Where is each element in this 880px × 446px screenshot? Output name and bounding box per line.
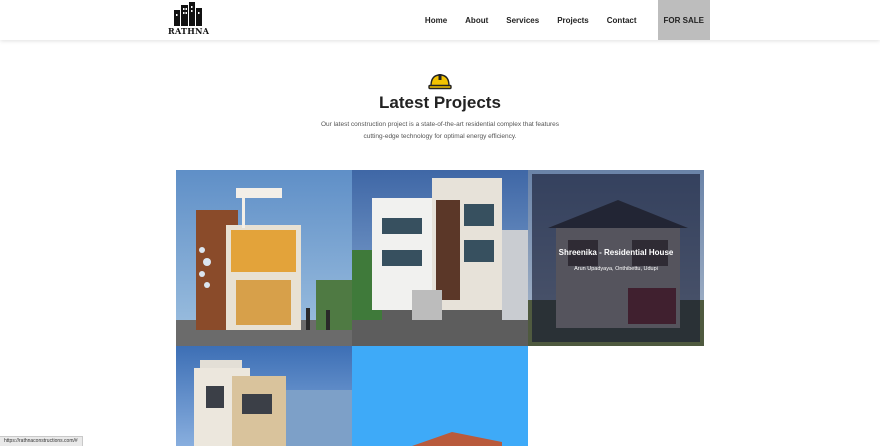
nav-projects[interactable]: Projects — [557, 16, 589, 25]
project-tile-3[interactable]: Shreenika - Residential House Arun Upady… — [528, 170, 704, 346]
nav-home[interactable]: Home — [425, 16, 447, 25]
project-location: Arun Upadyaya, Onthibettu, Udupi — [574, 266, 658, 272]
project-tile-1[interactable] — [176, 170, 352, 346]
nav-about[interactable]: About — [465, 16, 488, 25]
main-nav: Home About Services Projects Contact FOR… — [416, 0, 710, 40]
house-image — [194, 360, 352, 446]
project-tile-5[interactable] — [352, 346, 528, 446]
project-tile-4[interactable] — [176, 346, 352, 446]
project-tile-2[interactable] — [352, 170, 528, 346]
section-title: Latest Projects — [379, 93, 501, 112]
for-sale-button[interactable]: FOR SALE — [657, 0, 710, 40]
house-image — [352, 178, 528, 346]
site-header: RATHNA Home About Services Projects Cont… — [0, 0, 880, 40]
status-bar-url: https://rathnaconstructions.com/# — [0, 436, 83, 446]
house-image — [176, 188, 352, 346]
rathna-logo[interactable]: RATHNA — [168, 2, 210, 38]
helmet-icon — [428, 74, 452, 90]
section-description: Our latest construction project is a sta… — [320, 121, 560, 140]
logo-text: RATHNA — [168, 26, 210, 36]
project-title: Shreenika - Residential House — [558, 248, 674, 257]
nav-services[interactable]: Services — [506, 16, 539, 25]
house-image — [412, 432, 502, 446]
nav-contact[interactable]: Contact — [607, 16, 637, 25]
building-logo-icon — [174, 2, 202, 26]
project-overlay: Shreenika - Residential House Arun Upady… — [532, 174, 700, 342]
